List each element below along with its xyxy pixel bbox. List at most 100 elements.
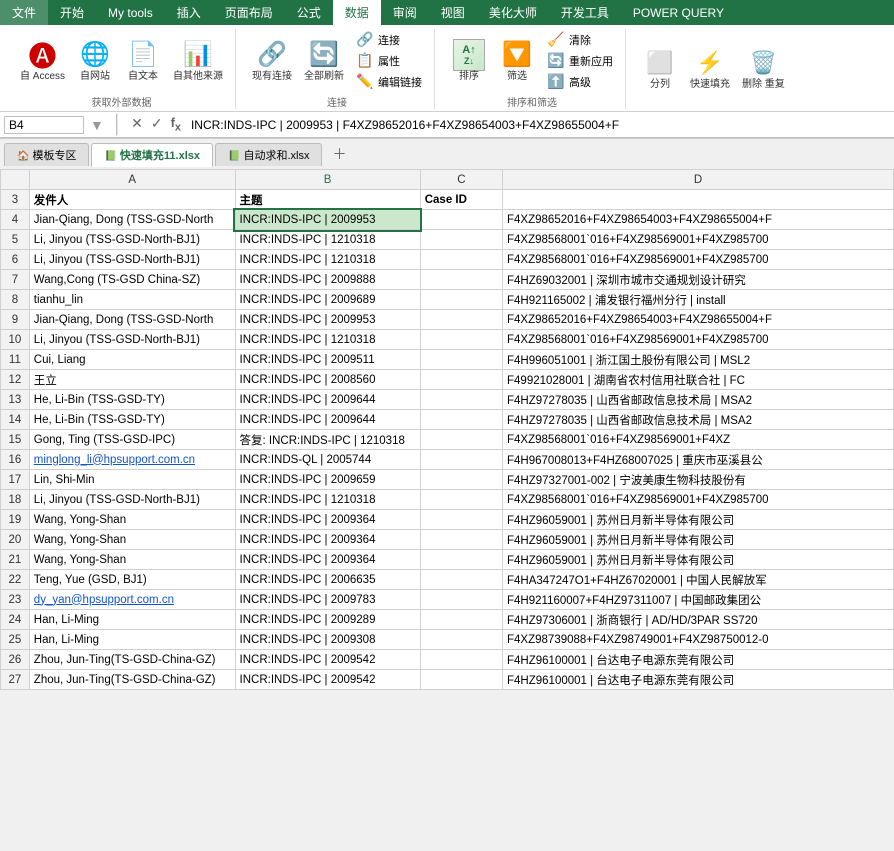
btn-edit-links[interactable]: ✏️ 编辑链接 (352, 72, 426, 91)
cell-b[interactable]: INCR:INDS-IPC | 2008560 (235, 370, 420, 390)
cell-d[interactable]: F4XZ98652016+F4XZ98654003+F4XZ98655004+F (503, 310, 894, 330)
cell-c[interactable] (420, 370, 502, 390)
cell-a[interactable]: Lin, Shi-Min (29, 470, 235, 490)
tab-pagelayout[interactable]: 页面布局 (213, 0, 285, 25)
confirm-formula-icon[interactable]: ✓ (149, 115, 165, 134)
cell-d[interactable]: F4XZ98739088+F4XZ98749001+F4XZ98750012-0 (503, 630, 894, 650)
cell-a[interactable]: Teng, Yue (GSD, BJ1) (29, 570, 235, 590)
cell-a[interactable]: Wang, Yong-Shan (29, 510, 235, 530)
cell-d[interactable]: F4HZ97278035 | 山西省邮政信息技术局 | MSA2 (503, 410, 894, 430)
cell-reference-input[interactable] (4, 116, 84, 134)
cell-b[interactable]: INCR:INDS-IPC | 2009888 (235, 270, 420, 290)
cell-c[interactable] (420, 430, 502, 450)
cell-a[interactable]: Li, Jinyou (TSS-GSD-North-BJ1) (29, 230, 235, 250)
cell-b[interactable]: INCR:INDS-IPC | 2009289 (235, 610, 420, 630)
cell-b[interactable]: INCR:INDS-IPC | 2009364 (235, 510, 420, 530)
cell-a[interactable]: Gong, Ting (TSS-GSD-IPC) (29, 430, 235, 450)
cell-c[interactable]: Case ID (420, 190, 502, 210)
btn-text[interactable]: 📄 自文本 (121, 37, 165, 85)
cell-b[interactable]: INCR:INDS-IPC | 2009689 (235, 290, 420, 310)
btn-flash-fill[interactable]: ⚡ 快速填充 (686, 45, 734, 93)
tab-review[interactable]: 审阅 (381, 0, 429, 25)
btn-remove-duplicates[interactable]: 🗑️ 删除 重复 (738, 45, 789, 93)
cell-a[interactable]: Han, Li-Ming (29, 630, 235, 650)
cell-c[interactable] (420, 490, 502, 510)
cell-b[interactable]: INCR:INDS-IPC | 2009644 (235, 390, 420, 410)
btn-access[interactable]: 🅐 自 Access (16, 37, 69, 85)
cell-d[interactable]: F4H967008013+F4HZ68007025 | 重庆市巫溪县公 (503, 450, 894, 470)
cell-b[interactable]: INCR:INDS-IPC | 1210318 (235, 250, 420, 270)
cell-c[interactable] (420, 390, 502, 410)
cell-d[interactable] (503, 190, 894, 210)
cell-d[interactable]: F4HZ96059001 | 苏州日月新半导体有限公司 (503, 550, 894, 570)
btn-other[interactable]: 📊 自其他来源 (169, 37, 227, 85)
btn-refresh-all[interactable]: 🔄 全部刷新 (300, 37, 348, 85)
cell-a[interactable]: Zhou, Jun-Ting(TS-GSD-China-GZ) (29, 650, 235, 670)
tab-powerquery[interactable]: POWER QUERY (621, 0, 736, 25)
cell-c[interactable] (420, 270, 502, 290)
cell-b[interactable]: INCR:INDS-IPC | 2009308 (235, 630, 420, 650)
cell-c[interactable] (420, 290, 502, 310)
cell-b[interactable]: INCR:INDS-IPC | 2009953 (235, 310, 420, 330)
cell-d[interactable]: F4H921165002 | 浦发银行福州分行 | install (503, 290, 894, 310)
cancel-formula-icon[interactable]: ✕ (129, 115, 145, 134)
cell-b[interactable]: INCR:INDS-QL | 2005744 (235, 450, 420, 470)
cell-d[interactable]: F4XZ98568001`016+F4XZ98569001+F4XZ985700 (503, 250, 894, 270)
btn-existing-connections[interactable]: 🔗 现有连接 (248, 37, 296, 85)
cell-d[interactable]: F49921028001 | 湖南省农村信用社联合社 | FC (503, 370, 894, 390)
formula-input[interactable] (187, 117, 890, 133)
col-header-b[interactable]: B (235, 170, 420, 190)
btn-web[interactable]: 🌐 自网站 (73, 37, 117, 85)
add-sheet-button[interactable]: ＋ (324, 141, 354, 167)
tab-mytools[interactable]: My tools (96, 0, 165, 25)
cell-a[interactable]: He, Li-Bin (TSS-GSD-TY) (29, 390, 235, 410)
cell-d[interactable]: F4HZ96059001 | 苏州日月新半导体有限公司 (503, 510, 894, 530)
cell-a[interactable]: Wang,Cong (TS-GSD China-SZ) (29, 270, 235, 290)
cell-d[interactable]: F4H996051001 | 浙江国土股份有限公司 | MSL2 (503, 350, 894, 370)
cell-a[interactable]: He, Li-Bin (TSS-GSD-TY) (29, 410, 235, 430)
cell-c[interactable] (420, 670, 502, 690)
tab-quickfill[interactable]: 📗快速填充11.xlsx (91, 143, 213, 167)
btn-split-column[interactable]: ⬜ 分列 (638, 45, 682, 93)
btn-connections[interactable]: 🔗 连接 (352, 30, 404, 49)
btn-sort[interactable]: A↑Z↓ 排序 (447, 37, 491, 85)
cell-d[interactable]: F4XZ98568001`016+F4XZ98569001+F4XZ985700 (503, 490, 894, 510)
cell-d[interactable]: F4XZ98568001`016+F4XZ98569001+F4XZ985700 (503, 230, 894, 250)
cell-c[interactable] (420, 310, 502, 330)
cell-c[interactable] (420, 230, 502, 250)
cell-b[interactable]: INCR:INDS-IPC | 1210318 (235, 230, 420, 250)
tab-insert[interactable]: 插入 (165, 0, 213, 25)
cell-d[interactable]: F4XZ98568001`016+F4XZ98569001+F4XZ985700 (503, 330, 894, 350)
cell-a[interactable]: Jian-Qiang, Dong (TSS-GSD-North (29, 210, 235, 230)
btn-advanced[interactable]: ⬆️ 高级 (543, 72, 595, 91)
cell-a[interactable]: Cui, Liang (29, 350, 235, 370)
cell-d[interactable]: F4HZ97306001 | 浙商银行 | AD/HD/3PAR SS720 (503, 610, 894, 630)
cell-a[interactable]: tianhu_lin (29, 290, 235, 310)
cell-b[interactable]: INCR:INDS-IPC | 2009644 (235, 410, 420, 430)
cell-b[interactable]: INCR:INDS-IPC | 2009542 (235, 650, 420, 670)
tab-home[interactable]: 开始 (48, 0, 96, 25)
cell-d[interactable]: F4HZ69032001 | 深圳市城市交通规划设计研究 (503, 270, 894, 290)
cell-b[interactable]: INCR:INDS-IPC | 2009364 (235, 530, 420, 550)
cell-b[interactable]: INCR:INDS-IPC | 2006635 (235, 570, 420, 590)
cell-d[interactable]: F4XZ98652016+F4XZ98654003+F4XZ98655004+F (503, 210, 894, 230)
cell-b[interactable]: INCR:INDS-IPC | 2009542 (235, 670, 420, 690)
cell-b[interactable]: INCR:INDS-IPC | 1210318 (235, 330, 420, 350)
cell-c[interactable] (420, 590, 502, 610)
tab-template[interactable]: 🏠模板专区 (4, 143, 89, 166)
cell-d[interactable]: F4HZ96059001 | 苏州日月新半导体有限公司 (503, 530, 894, 550)
cell-c[interactable] (420, 630, 502, 650)
col-header-d[interactable]: D (503, 170, 894, 190)
btn-clear[interactable]: 🧹 清除 (543, 30, 595, 49)
cell-d[interactable]: F4XZ98568001`016+F4XZ98569001+F4XZ (503, 430, 894, 450)
tab-file[interactable]: 文件 (0, 0, 48, 25)
tab-developer[interactable]: 开发工具 (549, 0, 621, 25)
cell-d[interactable]: F4HA347247O1+F4HZ67020001 | 中国人民解放军 (503, 570, 894, 590)
cell-c[interactable] (420, 650, 502, 670)
cell-a[interactable]: Li, Jinyou (TSS-GSD-North-BJ1) (29, 330, 235, 350)
cell-b[interactable]: INCR:INDS-IPC | 2009783 (235, 590, 420, 610)
cell-b[interactable]: INCR:INDS-IPC | 2009953 (235, 210, 420, 230)
cell-c[interactable] (420, 570, 502, 590)
cell-c[interactable] (420, 510, 502, 530)
tab-view[interactable]: 视图 (429, 0, 477, 25)
